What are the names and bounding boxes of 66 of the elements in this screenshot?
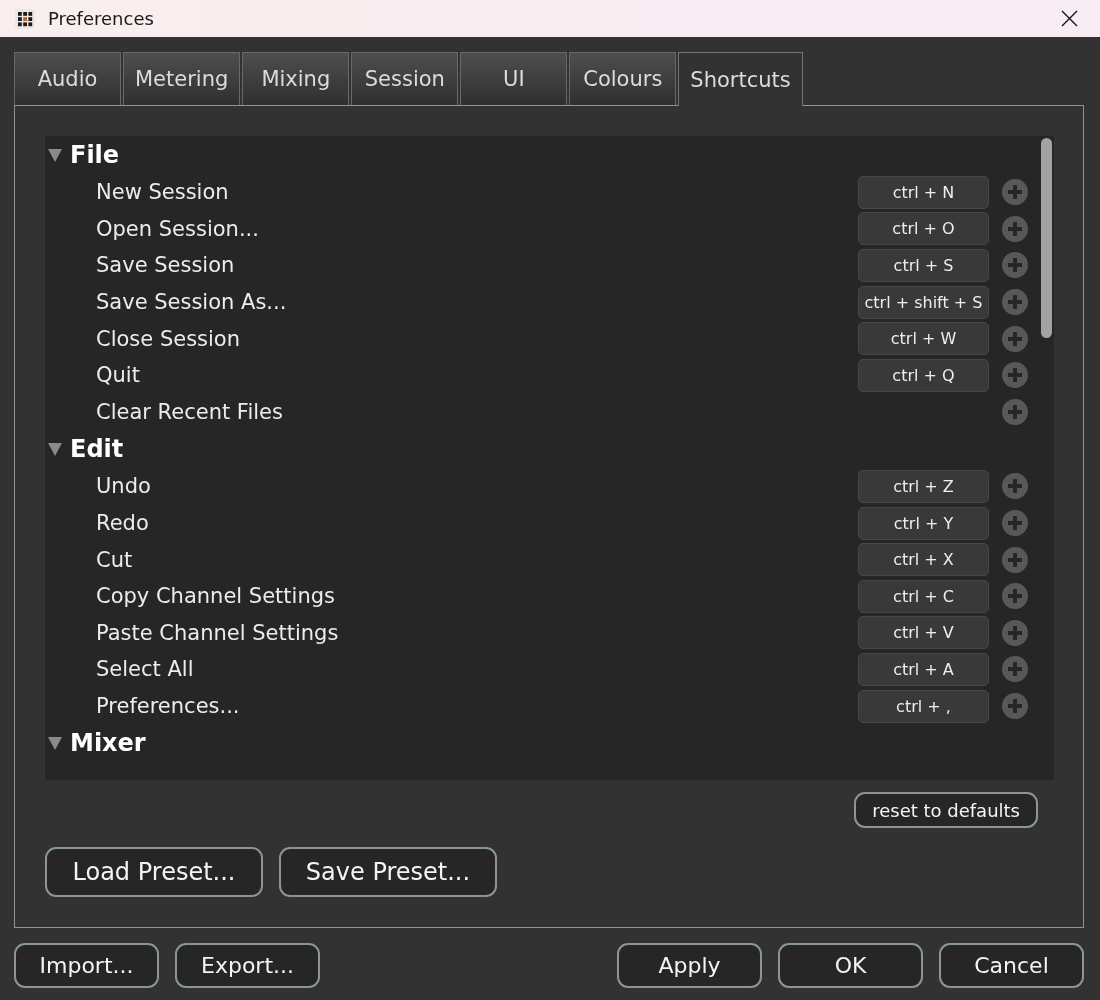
- action-label: Save Session As...: [95, 290, 288, 315]
- group-header[interactable]: Mixer: [70, 729, 146, 758]
- plus-icon[interactable]: [1002, 473, 1028, 500]
- plus-icon[interactable]: [1002, 215, 1028, 242]
- group-header[interactable]: File: [70, 141, 120, 169]
- dialog-button[interactable]: Cancel: [939, 943, 1084, 988]
- shortcut-key-button[interactable]: ctrl + Y: [858, 506, 989, 540]
- group-header[interactable]: Edit: [70, 435, 124, 464]
- tab[interactable]: Shortcuts: [678, 52, 803, 106]
- action-label: Close Session: [95, 326, 241, 351]
- dialog-button[interactable]: Apply: [617, 943, 762, 988]
- action-label: Redo: [95, 511, 150, 536]
- plus-icon[interactable]: [1002, 289, 1028, 316]
- action-label: Open Session...: [95, 216, 260, 241]
- tab[interactable]: Session: [351, 52, 459, 105]
- triangle-icon[interactable]: [48, 148, 62, 162]
- tab[interactable]: Metering: [123, 52, 241, 105]
- shortcut-key-button[interactable]: ctrl + N: [858, 175, 989, 209]
- plus-icon[interactable]: [1002, 179, 1028, 206]
- plus-icon[interactable]: [1002, 656, 1028, 683]
- action-label: Preferences...: [95, 694, 241, 718]
- dialog-button[interactable]: OK: [778, 943, 923, 988]
- shortcut-key-button[interactable]: ctrl + S: [858, 249, 989, 282]
- app-grid-icon: [15, 8, 35, 29]
- action-label: Cut: [95, 547, 134, 572]
- action-label: Undo: [95, 474, 152, 499]
- plus-icon[interactable]: [1002, 252, 1028, 279]
- tab[interactable]: Colours: [569, 52, 677, 105]
- action-label: New Session: [95, 180, 230, 205]
- triangle-icon[interactable]: [48, 736, 62, 750]
- plus-icon[interactable]: [1002, 362, 1028, 389]
- plus-icon[interactable]: [1002, 325, 1028, 352]
- shortcut-key-button[interactable]: ctrl + O: [858, 212, 989, 246]
- plus-icon[interactable]: [1002, 583, 1028, 610]
- shortcut-key-button[interactable]: ctrl + V: [858, 616, 989, 650]
- footer-button[interactable]: Export...: [175, 943, 320, 988]
- scrollbar-thumb[interactable]: [1041, 138, 1052, 338]
- action-label: Clear Recent Files: [95, 399, 284, 424]
- action-label: Quit: [95, 363, 141, 388]
- window-title: Preferences: [48, 8, 154, 29]
- tab[interactable]: Mixing: [242, 52, 350, 105]
- plus-icon[interactable]: [1002, 546, 1028, 573]
- shortcut-key-button[interactable]: ctrl + ,: [858, 689, 989, 723]
- action-label: Paste Channel Settings: [95, 620, 340, 645]
- reset-defaults-button[interactable]: reset to defaults: [854, 792, 1038, 828]
- shortcut-key-button[interactable]: ctrl + A: [858, 652, 989, 686]
- tab[interactable]: Audio: [14, 52, 121, 105]
- preset-button[interactable]: Load Preset...: [45, 847, 263, 897]
- plus-icon[interactable]: [1002, 398, 1028, 425]
- plus-icon[interactable]: [1002, 510, 1028, 537]
- shortcut-key-button[interactable]: ctrl + shift + S: [858, 285, 989, 319]
- action-label: Select All: [95, 657, 195, 682]
- plus-icon[interactable]: [1002, 619, 1028, 646]
- preset-button[interactable]: Save Preset...: [279, 847, 497, 897]
- footer-button[interactable]: Import...: [14, 943, 159, 988]
- close-icon[interactable]: [1061, 10, 1078, 27]
- tab[interactable]: UI: [460, 52, 568, 105]
- shortcut-key-button[interactable]: ctrl + Q: [858, 358, 989, 392]
- action-label: Copy Channel Settings: [95, 584, 336, 609]
- shortcut-key-button[interactable]: ctrl + Z: [858, 469, 989, 503]
- shortcut-key-button[interactable]: ctrl + W: [858, 322, 989, 356]
- action-label: Save Session: [95, 253, 236, 278]
- plus-icon[interactable]: [1002, 693, 1028, 719]
- shortcut-key-button[interactable]: ctrl + X: [858, 543, 989, 577]
- shortcut-key-button[interactable]: ctrl + C: [858, 579, 989, 613]
- triangle-icon[interactable]: [48, 442, 62, 456]
